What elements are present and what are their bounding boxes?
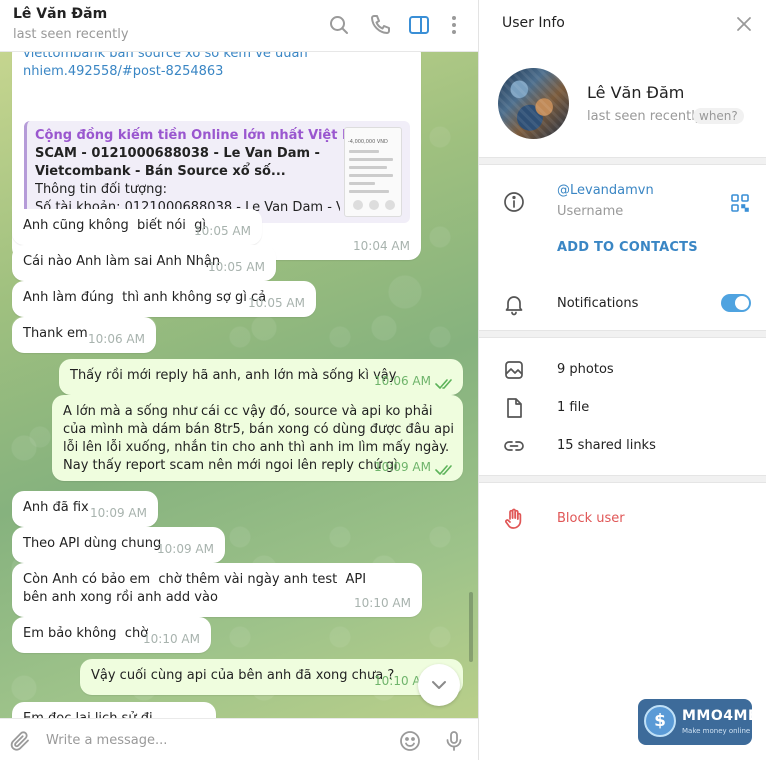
username-caption: Username [557, 204, 624, 219]
double-check-icon [435, 464, 455, 476]
more-icon[interactable] [442, 13, 466, 37]
message-time: 10:04 AM [353, 239, 410, 253]
message-time: 10:10 AM [143, 632, 200, 646]
bell-icon [502, 292, 526, 316]
composer [0, 718, 478, 760]
message-bubble[interactable]: Anh đã fix 10:09 AM [12, 491, 158, 527]
chat-status: last seen recently [13, 27, 129, 42]
shared-photos-row[interactable]: 9 photos [479, 352, 766, 388]
message-time: 10:05 AM [248, 296, 305, 310]
chat-panel: Lê Văn Đăm last seen recently viettomban… [0, 0, 478, 760]
link-url-line1[interactable]: viettombank ban source xo so kem ve uuan [23, 52, 413, 62]
message-bubble[interactable]: Còn Anh có bảo em chờ thêm vài ngày anh … [12, 563, 422, 617]
link-url-line2[interactable]: nhiem.492558/#post-8254863 [23, 62, 413, 82]
notifications-label: Notifications [557, 296, 639, 311]
double-check-icon [435, 378, 455, 390]
search-icon[interactable] [327, 13, 351, 37]
watermark-logo: $ MMO4ME Make money online [638, 699, 758, 745]
file-icon [502, 396, 526, 420]
scroll-down-button[interactable] [418, 664, 460, 706]
block-user-button[interactable]: Block user [557, 511, 625, 526]
message-time: 10:05 AM [208, 260, 265, 274]
microphone-icon[interactable] [442, 729, 466, 753]
shared-files-row[interactable]: 1 file [479, 390, 766, 426]
message-bubble-outgoing[interactable]: A lớn mà a sống như cái cc vậy đó, sourc… [52, 395, 463, 481]
watermark-brand: MMO4ME [682, 708, 759, 724]
message-time: 10:09 AM [157, 542, 214, 556]
message-bubble-outgoing[interactable]: Vậy cuối cùng api của bên anh đã xong ch… [80, 659, 463, 695]
add-to-contacts-button[interactable]: ADD TO CONTACTS [557, 240, 698, 255]
files-count: 1 file [557, 400, 590, 415]
message-time: 10:06 AM [374, 374, 431, 388]
link-icon [502, 434, 526, 458]
message-time: 10:09 AM [374, 460, 431, 474]
dollar-coin-icon: $ [644, 705, 676, 737]
section-separator [479, 330, 766, 338]
message-time: 10:06 AM [88, 332, 145, 346]
message-time: 10:05 AM [194, 224, 251, 238]
profile-status: last seen recently [587, 109, 703, 124]
hand-block-icon [502, 507, 526, 531]
message-list[interactable]: viettombank ban source xo so kem ve uuan… [0, 52, 478, 718]
message-time: 10:09 AM [90, 506, 147, 520]
photos-count: 9 photos [557, 362, 614, 377]
message-bubble-outgoing[interactable]: Thấy rồi mới reply hã anh, anh lớn mà số… [59, 359, 463, 395]
preview-site-name: Cộng đồng kiếm tiền Online lớn nhất Việt… [35, 128, 376, 143]
scrollbar[interactable] [469, 592, 473, 662]
link-preview-card[interactable]: Cộng đồng kiếm tiền Online lớn nhất Việt… [24, 121, 410, 223]
watermark-tagline: Make money online [682, 727, 751, 735]
preview-thumbnail: -4,000,000 VND [344, 127, 402, 217]
sidebar-toggle-icon[interactable] [407, 13, 431, 37]
qr-code-icon[interactable] [730, 193, 750, 213]
chevron-down-icon [432, 681, 446, 689]
notifications-toggle[interactable] [721, 294, 751, 312]
avatar[interactable] [498, 68, 569, 139]
shared-links-row[interactable]: 15 shared links [479, 428, 766, 464]
username-value[interactable]: @Levandamvn [557, 183, 654, 198]
chat-header: Lê Văn Đăm last seen recently [0, 0, 478, 52]
profile-name: Lê Văn Đăm [587, 83, 685, 102]
emoji-icon[interactable] [398, 729, 422, 753]
watermark-symbol: $ [654, 711, 666, 731]
attach-icon[interactable] [8, 729, 32, 753]
message-time: 10:10 AM [354, 596, 411, 610]
message-bubble[interactable]: Em đọc lại lịch sử đi [12, 702, 216, 718]
chat-title[interactable]: Lê Văn Đăm [13, 6, 107, 22]
message-link[interactable]: viettombank ban source xo so kem ve uuan… [23, 52, 413, 82]
message-input[interactable] [46, 729, 376, 751]
close-icon[interactable] [735, 15, 753, 33]
section-separator [479, 475, 766, 483]
message-bubble[interactable]: Theo API dùng chung 10:09 AM [12, 527, 225, 563]
message-text: Em đọc lại lịch sử đi [23, 710, 205, 718]
message-bubble[interactable]: Cái nào Anh làm sai Anh Nhận 10:05 AM [12, 245, 276, 281]
section-separator [479, 157, 766, 165]
user-info-title: User Info [502, 15, 565, 31]
info-icon [502, 190, 526, 214]
user-info-panel: User Info Lê Văn Đăm last seen recently … [479, 0, 766, 760]
preview-title: SCAM - 0121000688038 - Le Van Dam - Viet… [35, 146, 320, 179]
message-bubble[interactable]: Thank em 10:06 AM [12, 317, 156, 353]
phone-icon[interactable] [368, 13, 392, 37]
preview-desc-line1: Thông tin đối tượng: [35, 182, 167, 197]
message-bubble[interactable]: Anh làm đúng thì anh không sợ gì cả 10:0… [12, 281, 316, 317]
thumb-amount: -4,000,000 VND [348, 139, 388, 145]
links-count: 15 shared links [557, 438, 656, 453]
message-text: Còn Anh có bảo em chờ thêm vài ngày anh … [23, 572, 375, 605]
message-bubble[interactable]: Anh cũng không biết nói gì 10:05 AM [12, 209, 262, 245]
message-bubble[interactable]: Em bảo không chờ 10:10 AM [12, 617, 211, 653]
photo-icon [502, 358, 526, 382]
when-button[interactable]: when? [693, 108, 744, 124]
